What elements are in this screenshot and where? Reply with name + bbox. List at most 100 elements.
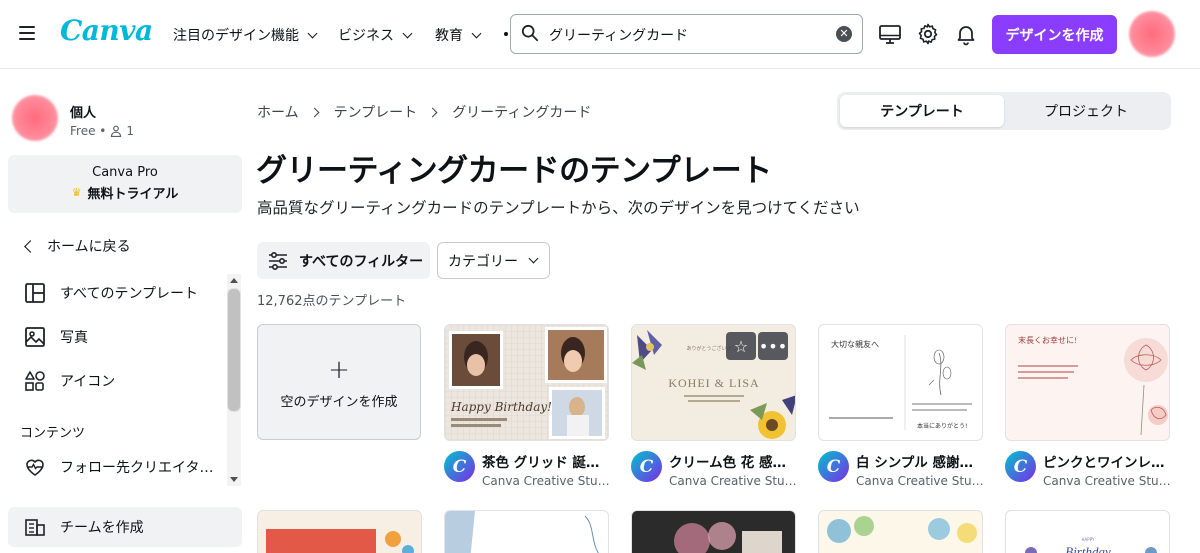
top-bar: Canva 注目のデザイン機能 ビジネス 教育 グリーティングカード ✕ デザイ… <box>0 0 1200 69</box>
all-filters-button[interactable]: すべてのフィルター <box>257 242 430 279</box>
tab-projects[interactable]: プロジェクト <box>1004 95 1168 127</box>
template-thumbnail[interactable] <box>257 510 422 553</box>
sidebar-item-label: 写真 <box>60 330 88 346</box>
template-author[interactable]: Canva Creative Studio <box>856 474 984 488</box>
template-thumbnail[interactable] <box>631 510 796 553</box>
template-title[interactable]: 白 シンプル 感謝カ… <box>856 451 984 471</box>
template-title[interactable]: ピンクとワインレ… <box>1043 451 1171 471</box>
gear-icon[interactable] <box>916 22 940 46</box>
pro-line2-wrap: ♛ 無料トライアル <box>8 183 242 202</box>
view-toggle: テンプレート プロジェクト <box>837 92 1171 130</box>
create-blank-design-button[interactable]: + 空のデザインを作成 <box>257 324 421 440</box>
chevron-left-icon <box>24 239 37 253</box>
template-card[interactable]: Happy Birthday! C 茶色 グリッド 誕生日… Canva Cre… <box>444 324 610 488</box>
create-design-button[interactable]: デザインを作成 <box>992 15 1117 54</box>
sidebar-item-label: すべてのテンプレート <box>60 286 199 302</box>
nav-featured[interactable]: 注目のデザイン機能 <box>173 25 318 45</box>
template-thumbnail[interactable]: ありがとうございました KOHEI & LISA ☆ ••• <box>631 324 796 441</box>
template-author[interactable]: Canva Creative Studio <box>1043 474 1171 488</box>
template-thumbnail[interactable]: 大切な親友へ 本当にありがとう! <box>818 324 983 441</box>
account-avatar[interactable] <box>12 95 58 141</box>
template-preview-image: Happy Birthday! <box>445 325 608 440</box>
page-title: グリーティングカードのテンプレート <box>256 153 772 189</box>
sidebar: 個人 Free • 1 Canva Pro ♛ 無料トライアル ホームに戻る す… <box>0 70 250 553</box>
back-home-link[interactable]: ホームに戻る <box>24 236 131 256</box>
search-input[interactable]: グリーティングカード <box>549 25 688 45</box>
avatar[interactable] <box>1129 11 1175 57</box>
nav-more-dot[interactable] <box>504 32 508 36</box>
template-count: 12,762点のテンプレート <box>257 294 407 309</box>
template-thumbnail[interactable]: HAPPY Birthday <box>1005 510 1170 553</box>
account-plan-label: Free • <box>70 124 107 138</box>
image-icon <box>25 327 45 347</box>
tab-templates[interactable]: テンプレート <box>840 95 1004 127</box>
account-plan: Free • 1 <box>70 124 134 138</box>
template-author[interactable]: Canva Creative Studio <box>669 474 797 488</box>
star-icon[interactable]: ☆ <box>726 332 756 360</box>
create-team-button[interactable]: チームを作成 <box>8 507 242 547</box>
clear-search-icon[interactable]: ✕ <box>836 26 852 42</box>
chevron-down-icon <box>471 28 482 38</box>
template-info: クリーム色 花 感謝… Canva Creative Studio <box>669 451 797 488</box>
template-title[interactable]: 茶色 グリッド 誕生日… <box>482 451 610 471</box>
template-card[interactable]: ありがとうございました KOHEI & LISA ☆ ••• C クリーム色 花… <box>631 324 797 488</box>
template-thumbnail[interactable]: 末長くお幸せに! <box>1005 324 1170 441</box>
sidebar-item-icons[interactable]: アイコン <box>24 370 115 392</box>
back-home-label: ホームに戻る <box>47 239 131 255</box>
bell-icon[interactable] <box>954 22 978 46</box>
template-meta: C 茶色 グリッド 誕生日… Canva Creative Studio <box>444 451 610 488</box>
template-meta: C ピンクとワインレ… Canva Creative Studio <box>1005 451 1171 488</box>
building-icon <box>25 519 45 536</box>
template-meta: C 白 シンプル 感謝カ… Canva Creative Studio <box>818 451 984 488</box>
more-options-icon[interactable]: ••• <box>758 332 788 360</box>
shapes-icon <box>25 371 45 391</box>
thumb-text: 末長くお幸せに! <box>1018 335 1077 345</box>
template-info: 茶色 グリッド 誕生日… Canva Creative Studio <box>482 451 610 488</box>
canva-logo[interactable]: Canva <box>60 14 153 47</box>
monitor-icon[interactable] <box>878 22 902 46</box>
person-icon <box>111 125 122 137</box>
canva-creator-logo[interactable]: C <box>1005 451 1036 482</box>
scroll-down-icon[interactable] <box>230 477 238 482</box>
template-thumbnail[interactable] <box>444 510 609 553</box>
breadcrumb-templates[interactable]: テンプレート <box>334 102 418 122</box>
category-dropdown[interactable]: カテゴリー <box>437 242 550 279</box>
pro-trial-button[interactable]: Canva Pro ♛ 無料トライアル <box>8 155 242 213</box>
search-box[interactable]: グリーティングカード ✕ <box>510 14 863 54</box>
chevron-down-icon <box>528 253 539 264</box>
sidebar-scrollbar[interactable] <box>227 274 241 486</box>
thumb-text: Birthday <box>1065 544 1111 553</box>
nav-education[interactable]: 教育 <box>435 25 482 45</box>
pro-line1: Canva Pro <box>92 165 158 180</box>
sidebar-item-all-templates[interactable]: すべてのテンプレート <box>24 282 198 304</box>
template-preview-image <box>445 511 599 553</box>
pro-line2: 無料トライアル <box>87 187 179 202</box>
template-preview-image <box>266 529 414 553</box>
template-title[interactable]: クリーム色 花 感謝… <box>669 451 797 471</box>
template-author[interactable]: Canva Creative Studio <box>482 474 610 488</box>
sidebar-item-followed-creators[interactable]: フォロー先クリエイタ… <box>24 456 213 478</box>
template-thumbnail[interactable]: Happy Birthday! <box>444 324 609 441</box>
canva-creator-logo[interactable]: C <box>818 451 849 482</box>
blank-card-label: 空のデザインを作成 <box>280 395 398 410</box>
chevron-down-icon <box>402 28 413 38</box>
breadcrumb: ホーム テンプレート グリーティングカード <box>257 102 591 122</box>
account-members: 1 <box>126 124 134 138</box>
scrollbar-thumb[interactable] <box>227 288 241 412</box>
crown-icon: ♛ <box>71 186 82 199</box>
nav-business[interactable]: ビジネス <box>338 25 413 45</box>
menu-icon[interactable] <box>19 26 35 40</box>
template-info: ピンクとワインレ… Canva Creative Studio <box>1043 451 1171 488</box>
template-card[interactable]: 末長くお幸せに! C ピンクとワインレ… Canva Creative Stud… <box>1005 324 1171 488</box>
sidebar-section-content: コンテンツ <box>20 426 86 441</box>
template-card[interactable]: 大切な親友へ 本当にありがとう! C 白 シンプル 感謝カ… Canva Cre… <box>818 324 984 488</box>
template-preview-image: 大切な親友へ 本当にありがとう! <box>829 335 972 430</box>
canva-creator-logo[interactable]: C <box>631 451 662 482</box>
sidebar-item-photos[interactable]: 写真 <box>24 326 88 348</box>
template-thumbnail[interactable] <box>818 510 983 553</box>
scroll-up-icon[interactable] <box>230 278 238 283</box>
canva-creator-logo[interactable]: C <box>444 451 475 482</box>
breadcrumb-home[interactable]: ホーム <box>257 102 299 122</box>
account-name[interactable]: 個人 <box>70 102 96 121</box>
sidebar-item-label: フォロー先クリエイタ… <box>60 460 214 476</box>
